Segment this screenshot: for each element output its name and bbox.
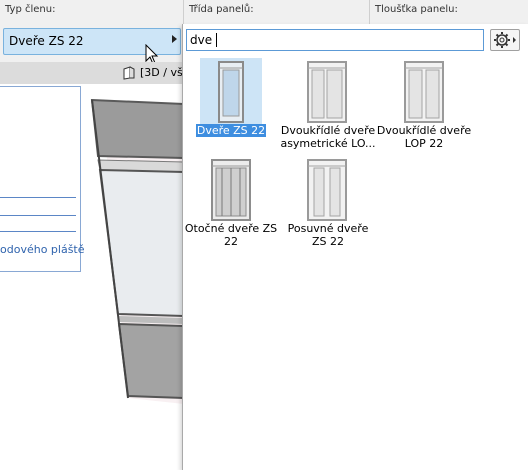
divider: [0, 215, 76, 216]
sliding-door-thumbnail-icon: [307, 159, 347, 221]
member-type-header: Typ členu:: [5, 4, 56, 15]
revolving-door-thumbnail-icon: [211, 159, 251, 221]
double-door-thumbnail-icon: [404, 61, 444, 123]
result-thumb[interactable]: [200, 156, 262, 222]
result-label[interactable]: Dveře ZS 22: [181, 124, 281, 137]
settings-button[interactable]: [490, 29, 520, 51]
3d-view-icon[interactable]: [122, 66, 136, 80]
panel-class-header: Třída panelů:: [189, 4, 254, 15]
result-thumb[interactable]: [393, 58, 455, 124]
result-label[interactable]: Otočné dveře ZS 22: [181, 222, 281, 248]
curtain-wall-link[interactable]: odového pláště: [0, 243, 85, 256]
result-label[interactable]: Dvoukřídlé dveře LOP 22: [374, 124, 474, 150]
result-thumb-selected[interactable]: [200, 58, 262, 124]
divider: [0, 197, 76, 198]
result-thumb[interactable]: [296, 58, 358, 124]
result-label[interactable]: Dvoukřídlé dveře asymetrické LO...: [278, 124, 378, 150]
divider: [0, 231, 76, 232]
view-tab-label[interactable]: [3D / vš: [140, 66, 183, 79]
chevron-right-icon: [172, 35, 177, 43]
panel-thickness-header: Tloušťka panelu:: [375, 4, 458, 15]
door-thumbnail-icon: [218, 61, 244, 123]
result-label[interactable]: Posuvné dveře ZS 22: [278, 222, 378, 248]
header-divider: [183, 0, 184, 24]
header-divider: [369, 0, 370, 24]
result-thumb[interactable]: [296, 156, 358, 222]
search-input[interactable]: [186, 29, 484, 51]
search-input-value: dve: [190, 33, 213, 47]
3d-preview: [90, 98, 184, 404]
gear-icon: [494, 32, 516, 48]
double-door-thumbnail-icon: [307, 61, 347, 123]
text-caret: [216, 33, 217, 47]
member-type-value: Dveře ZS 22: [9, 34, 84, 48]
